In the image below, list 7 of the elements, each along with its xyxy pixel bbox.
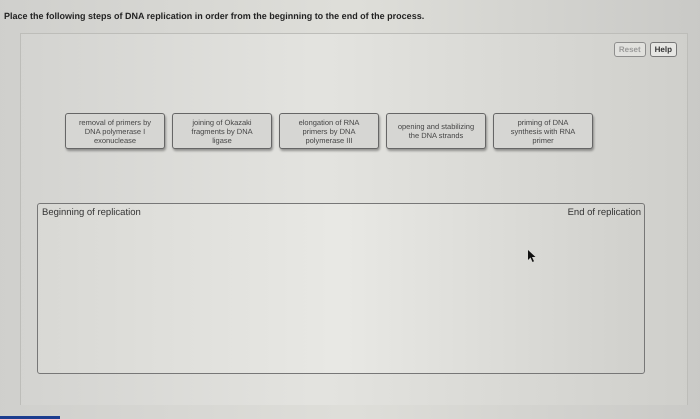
footer-bar	[0, 416, 60, 419]
help-button[interactable]: Help	[650, 42, 677, 57]
pointer-icon	[528, 250, 536, 262]
start-label: Beginning of replication	[42, 207, 141, 218]
end-label: End of replication	[568, 207, 641, 218]
instruction-text: Place the following steps of DNA replication in order from the beginning to the end of the process.	[4, 11, 426, 21]
drop-zone[interactable]: Beginning of replication End of replication	[37, 203, 645, 374]
